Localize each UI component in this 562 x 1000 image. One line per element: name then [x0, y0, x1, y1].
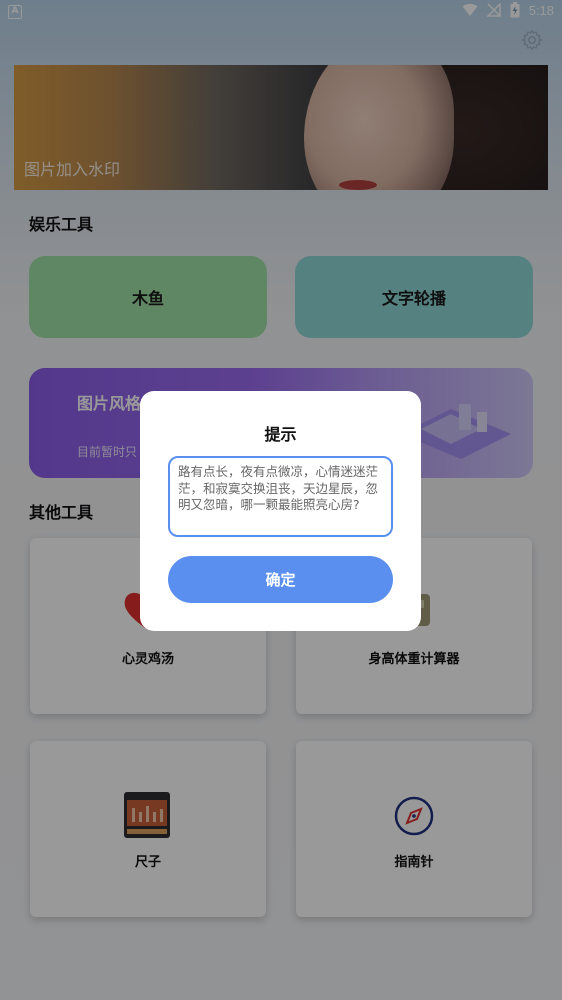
tip-dialog: 提示 路有点长，夜有点微凉，心情迷迷茫茫，和寂寞交换沮丧，天边星辰，忽明又忽暗，… — [140, 391, 421, 631]
app-screen: A 5:18 图片加入水印 娱乐工具 木鱼 文字轮播 图片风格 目前暂时只 其他… — [0, 0, 562, 1000]
dialog-title: 提示 — [264, 425, 297, 444]
confirm-button[interactable]: 确定 — [168, 556, 393, 603]
dialog-message-box[interactable]: 路有点长，夜有点微凉，心情迷迷茫茫，和寂寞交换沮丧，天边星辰，忽明又忽暗，哪一颗… — [168, 456, 393, 537]
confirm-label: 确定 — [265, 571, 296, 589]
